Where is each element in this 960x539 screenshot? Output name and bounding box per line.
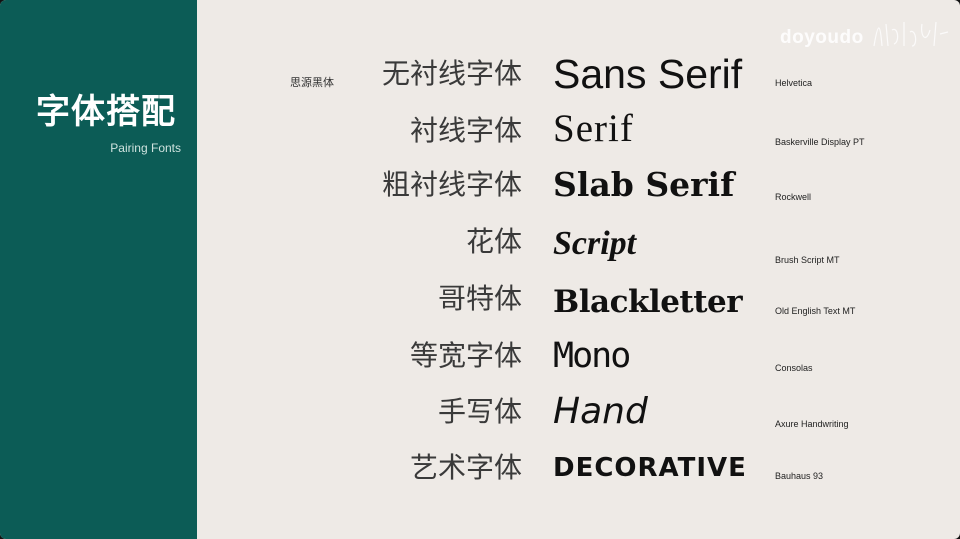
- font-name: Brush Script MT: [775, 255, 840, 265]
- font-category-label: 等宽字体: [409, 339, 522, 372]
- font-row: 花体 Script Brush Script MT: [0, 222, 960, 278]
- font-category-label: 艺术字体: [409, 451, 522, 484]
- font-sample: Sans Serif: [553, 51, 743, 97]
- font-category-label: 粗衬线字体: [381, 168, 522, 201]
- font-sample: Script: [553, 225, 637, 262]
- font-row: 等宽字体 Mono Consolas: [0, 334, 960, 390]
- font-name: Bauhaus 93: [775, 471, 824, 481]
- font-name: Rockwell: [775, 192, 812, 202]
- font-name: Baskerville Display PT: [775, 137, 865, 147]
- font-row: 手写体 Hand Axure Handwriting: [0, 390, 960, 446]
- watermark-signature-icon: [873, 21, 949, 47]
- font-sample: Serif: [553, 107, 634, 150]
- font-sample: Slab Serif: [553, 165, 735, 204]
- watermark-logo: doyoudo: [780, 27, 864, 48]
- font-name: Helvetica: [775, 78, 813, 88]
- font-category-label: 衬线字体: [409, 114, 522, 147]
- font-sample: DECORATIVE: [553, 453, 747, 483]
- font-category-label: 无衬线字体: [381, 57, 522, 90]
- font-row: 衬线字体 Serif Baskerville Display PT: [0, 107, 960, 163]
- font-sample: Mono: [553, 336, 631, 376]
- font-category-label: 手写体: [437, 395, 522, 428]
- font-category-label: 哥特体: [437, 282, 522, 315]
- font-name: Old English Text MT: [775, 306, 856, 316]
- font-category-label: 花体: [465, 225, 522, 258]
- font-row: 粗衬线字体 Slab Serif Rockwell: [0, 163, 960, 219]
- font-row: 艺术字体 DECORATIVE Bauhaus 93: [0, 446, 960, 502]
- font-row: 哥特体 Blackletter Old English Text MT: [0, 278, 960, 334]
- font-row: 无衬线字体 Sans Serif Helvetica: [0, 50, 960, 106]
- font-sample: Hand: [553, 391, 648, 432]
- font-name: Axure Handwriting: [775, 419, 849, 429]
- slide: 字体搭配 Pairing Fonts doyoudo 思源黑体 无衬线字体 Sa…: [0, 0, 960, 539]
- font-name: Consolas: [775, 363, 813, 373]
- font-sample: Blackletter: [553, 284, 743, 320]
